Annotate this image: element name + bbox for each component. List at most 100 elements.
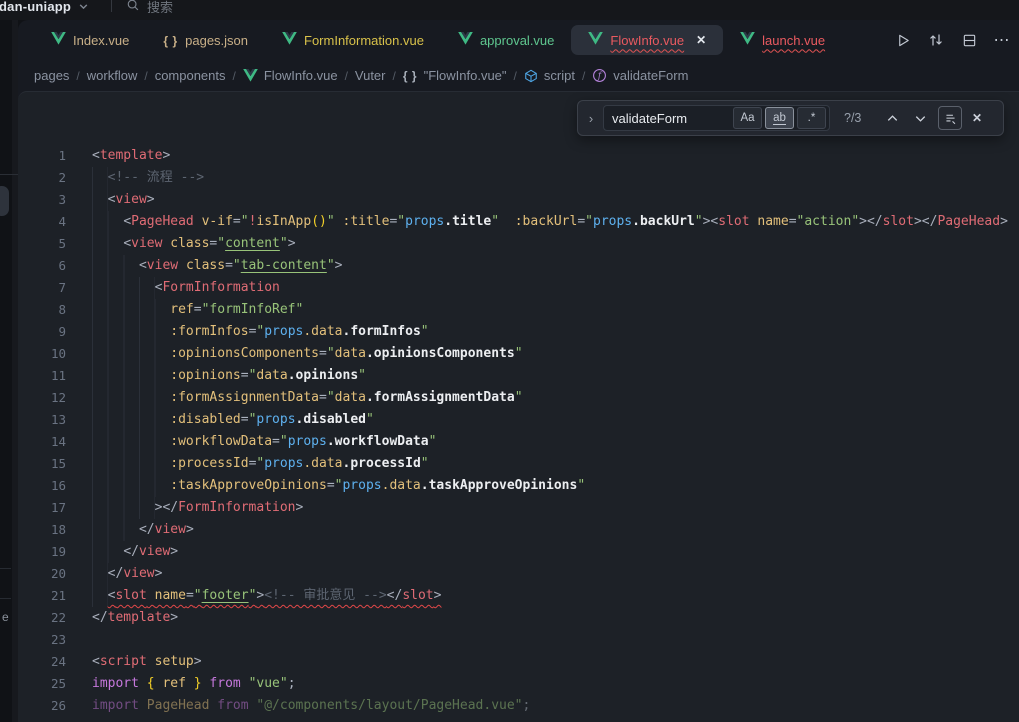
breadcrumb-separator: / bbox=[345, 69, 348, 83]
breadcrumb-item-pages[interactable]: pages bbox=[34, 68, 69, 83]
sidebar-divider bbox=[0, 568, 11, 569]
code-line[interactable]: 19 </view> bbox=[18, 541, 1019, 563]
search-icon bbox=[126, 0, 140, 15]
line-number: 26 bbox=[18, 695, 66, 717]
next-match-icon[interactable] bbox=[912, 110, 928, 126]
breadcrumb-item-validateForm[interactable]: fvalidateForm bbox=[592, 68, 688, 83]
symbol-function-icon: f bbox=[592, 68, 607, 83]
breadcrumb-item-components[interactable]: components bbox=[155, 68, 226, 83]
close-find-icon[interactable]: ✕ bbox=[972, 111, 982, 125]
match-case-toggle[interactable]: Aa bbox=[733, 107, 762, 129]
line-number: 3 bbox=[18, 189, 66, 211]
line-number: 23 bbox=[18, 629, 66, 651]
code-line[interactable]: 26 import PageHead from "@/components/lay… bbox=[18, 695, 1019, 717]
tab-FlowInfo.vue[interactable]: FlowInfo.vue✕ bbox=[571, 25, 723, 55]
tab-label: launch.vue bbox=[762, 33, 825, 48]
tab-FormInformation.vue[interactable]: FormInformation.vue bbox=[265, 25, 441, 55]
search-label: 搜索 bbox=[147, 0, 173, 16]
breadcrumb-separator: / bbox=[76, 69, 79, 83]
line-number: 1 bbox=[18, 145, 66, 167]
close-tab-icon[interactable]: ✕ bbox=[696, 34, 706, 46]
find-in-selection-icon[interactable] bbox=[938, 106, 962, 130]
global-search[interactable]: 搜索 bbox=[126, 0, 173, 16]
vue-logo-icon bbox=[458, 32, 473, 48]
breadcrumb-item-workflow[interactable]: workflow bbox=[87, 68, 138, 83]
breadcrumb-item-Vuter[interactable]: Vuter bbox=[355, 68, 386, 83]
ide-window: dan-uniapp 搜索 e Index.vue{ }pages.jsonFo… bbox=[0, 0, 1019, 722]
code-line[interactable]: 10 :opinionsComponents="data.opinionsCom… bbox=[18, 343, 1019, 365]
code-line[interactable]: 8 ref="formInfoRef" bbox=[18, 299, 1019, 321]
code-line[interactable]: 13 :disabled="props.disabled" bbox=[18, 409, 1019, 431]
breadcrumb-item-script[interactable]: script bbox=[524, 68, 575, 83]
svg-text:f: f bbox=[597, 72, 603, 82]
breadcrumb-label: script bbox=[544, 68, 575, 83]
code-line[interactable]: 15 :processId="props.data.processId" bbox=[18, 453, 1019, 475]
compare-changes-icon[interactable] bbox=[927, 31, 945, 49]
code-lines: 1<template>2 <!-- 流程 -->3 <view>4 <PageH… bbox=[18, 145, 1019, 717]
breadcrumb-label: components bbox=[155, 68, 226, 83]
code-line[interactable]: 21 <slot name="footer"><!-- 审批意见 --></sl… bbox=[18, 585, 1019, 607]
json-braces-icon: { } bbox=[403, 69, 418, 83]
code-line[interactable]: 23 bbox=[18, 629, 1019, 651]
code-line[interactable]: 16 :taskApproveOpinions="props.data.task… bbox=[18, 475, 1019, 497]
code-line[interactable]: 3 <view> bbox=[18, 189, 1019, 211]
find-options: Aaab .* bbox=[733, 107, 826, 129]
sidebar-selected-item-fragment[interactable] bbox=[0, 186, 9, 216]
code-line[interactable]: 4 <PageHead v-if="!isInApp()" :title="pr… bbox=[18, 211, 1019, 233]
code-line[interactable]: 6 <view class="tab-content"> bbox=[18, 255, 1019, 277]
code-line[interactable]: 9 :formInfos="props.data.formInfos" bbox=[18, 321, 1019, 343]
code-editor[interactable]: › Aaab.* ?/3 ✕ bbox=[18, 91, 1019, 722]
code-line[interactable]: 22</template> bbox=[18, 607, 1019, 629]
tab-label: pages.json bbox=[185, 33, 248, 48]
option-label: .* bbox=[808, 112, 816, 124]
find-input[interactable] bbox=[612, 111, 730, 126]
code-line[interactable]: 7 <FormInformation bbox=[18, 277, 1019, 299]
find-widget: › Aaab.* ?/3 ✕ bbox=[577, 100, 1004, 136]
code-line[interactable]: 17 ></FormInformation> bbox=[18, 497, 1019, 519]
code-line[interactable]: 12 :formAssignmentData="data.formAssignm… bbox=[18, 387, 1019, 409]
vue-logo-icon bbox=[588, 32, 603, 48]
line-number: 11 bbox=[18, 365, 66, 387]
divider bbox=[111, 0, 112, 12]
line-number: 22 bbox=[18, 607, 66, 629]
line-number: 20 bbox=[18, 563, 66, 585]
code-line[interactable]: 14 :workflowData="props.workflowData" bbox=[18, 431, 1019, 453]
line-number: 5 bbox=[18, 233, 66, 255]
split-editor-icon[interactable] bbox=[960, 31, 978, 49]
sidebar-divider bbox=[0, 174, 18, 175]
more-actions-icon[interactable]: ⋯ bbox=[993, 31, 1011, 49]
line-number: 24 bbox=[18, 651, 66, 673]
breadcrumb: pages/workflow/components/FlowInfo.vue/V… bbox=[18, 60, 1019, 91]
previous-match-icon[interactable] bbox=[884, 110, 900, 126]
breadcrumb-item-FlowInfo.vue[interactable]: FlowInfo.vue bbox=[243, 68, 338, 83]
line-number: 13 bbox=[18, 409, 66, 431]
find-input-box: Aaab .* bbox=[603, 105, 830, 131]
line-number: 7 bbox=[18, 277, 66, 299]
vue-logo-icon bbox=[243, 69, 258, 82]
code-line[interactable]: 24<script setup> bbox=[18, 651, 1019, 673]
code-line[interactable]: 25import { ref } from "vue"; bbox=[18, 673, 1019, 695]
breadcrumb-item-FlowInfo.vue[interactable]: { }"FlowInfo.vue" bbox=[403, 68, 507, 83]
match-whole-word-toggle[interactable]: ab bbox=[765, 107, 794, 129]
tab-launch.vue[interactable]: launch.vue bbox=[723, 25, 842, 55]
sidebar-strip: e bbox=[0, 20, 18, 722]
project-name[interactable]: dan-uniapp bbox=[0, 0, 71, 14]
vue-logo-icon bbox=[282, 32, 297, 48]
line-number: 19 bbox=[18, 541, 66, 563]
code-line[interactable]: 1<template> bbox=[18, 145, 1019, 167]
code-line[interactable]: 5 <view class="content"> bbox=[18, 233, 1019, 255]
dimmed-code: import PageHead from "@/components/layou… bbox=[92, 698, 530, 713]
breadcrumb-separator: / bbox=[582, 69, 585, 83]
code-line[interactable]: 20 </view> bbox=[18, 563, 1019, 585]
line-number: 15 bbox=[18, 453, 66, 475]
run-icon[interactable] bbox=[894, 31, 912, 49]
use-regex-toggle[interactable]: .* bbox=[797, 107, 826, 129]
tab-approval.vue[interactable]: approval.vue bbox=[441, 25, 571, 55]
chevron-down-icon[interactable] bbox=[78, 1, 89, 12]
toggle-replace-chevron-icon[interactable]: › bbox=[583, 111, 599, 126]
code-line[interactable]: 18 </view> bbox=[18, 519, 1019, 541]
tab-Index.vue[interactable]: Index.vue bbox=[34, 25, 146, 55]
tab-pages.json[interactable]: { }pages.json bbox=[146, 25, 265, 55]
code-line[interactable]: 2 <!-- 流程 --> bbox=[18, 167, 1019, 189]
code-line[interactable]: 11 :opinions="data.opinions" bbox=[18, 365, 1019, 387]
